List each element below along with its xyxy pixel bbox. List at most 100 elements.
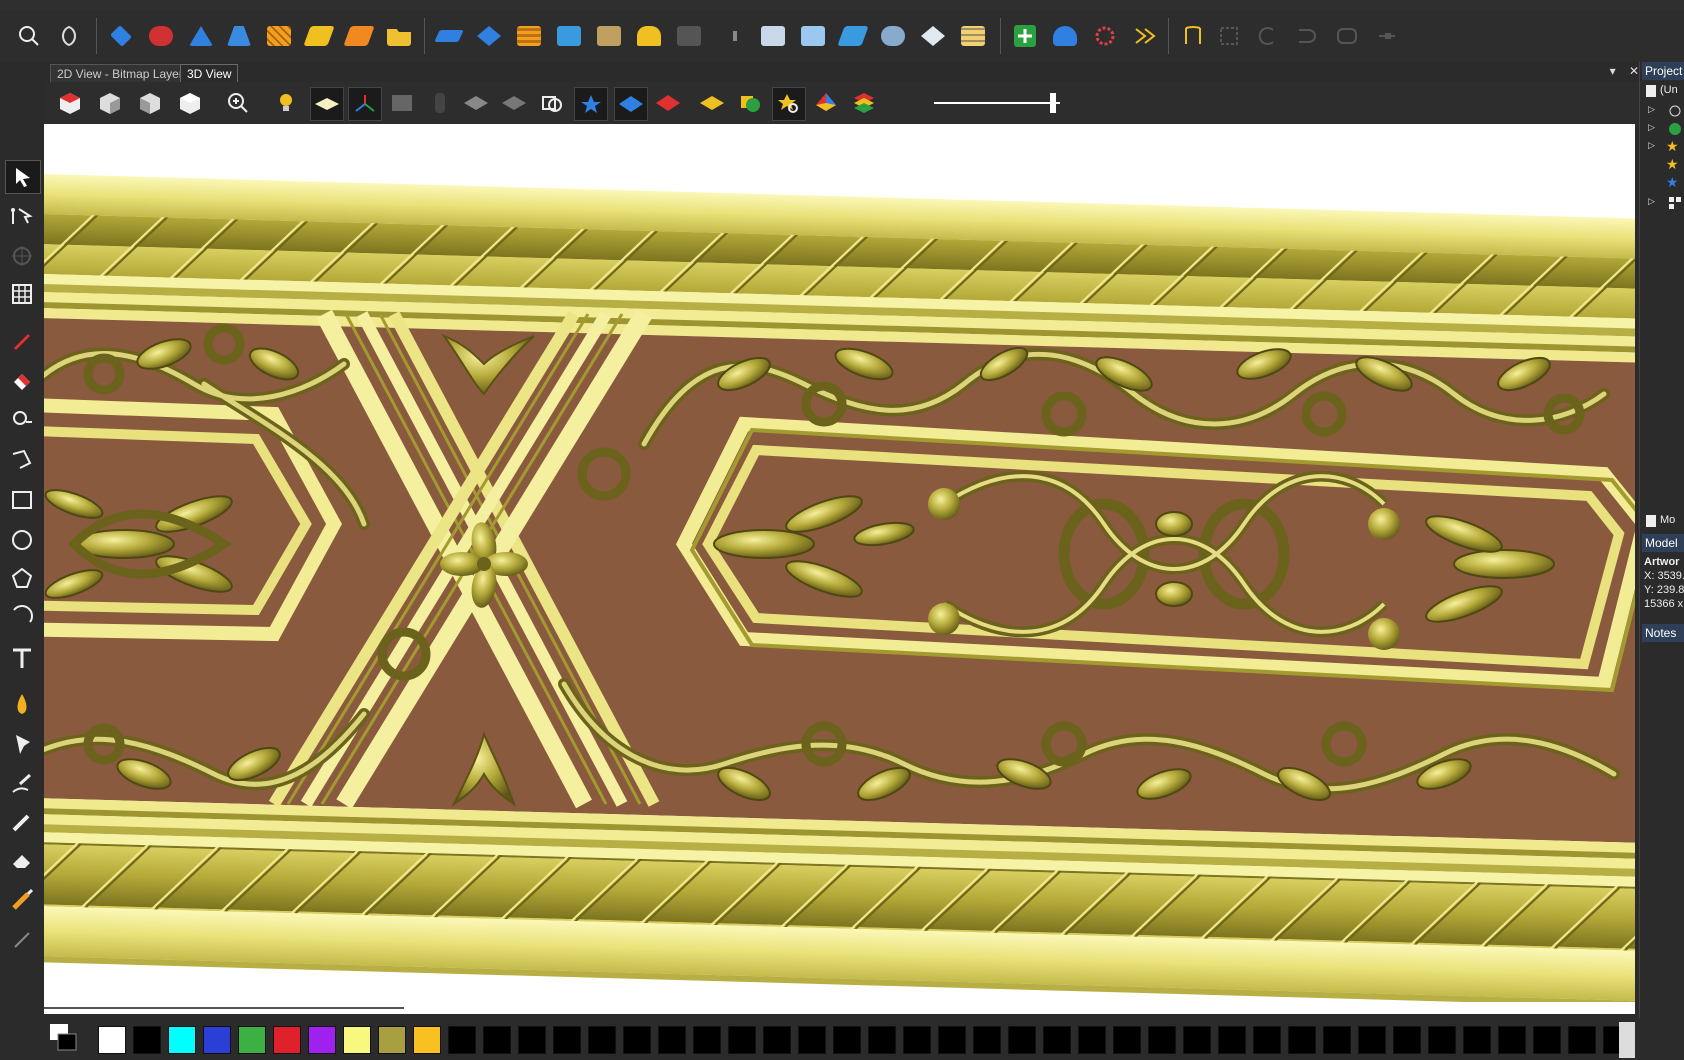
- color-swatch[interactable]: [1568, 1026, 1596, 1054]
- relief-merge-icon[interactable]: [472, 19, 506, 53]
- toolpath-arrow-icon[interactable]: [1128, 19, 1162, 53]
- show-plane-icon[interactable]: [310, 87, 344, 121]
- color-swatch[interactable]: [1218, 1026, 1246, 1054]
- color-swatch[interactable]: [168, 1026, 196, 1054]
- color-swatch[interactable]: [378, 1026, 406, 1054]
- node-disabled-icon[interactable]: [1370, 19, 1404, 53]
- flat-area-icon[interactable]: [302, 19, 336, 53]
- color-swatch[interactable]: [1043, 1026, 1071, 1054]
- color-swatch[interactable]: [1148, 1026, 1176, 1054]
- tree-item-star-3[interactable]: ★: [1640, 174, 1684, 192]
- color-swatch[interactable]: [763, 1026, 791, 1054]
- color-swatch[interactable]: [553, 1026, 581, 1054]
- rounded-rect-disabled-icon[interactable]: [1330, 19, 1364, 53]
- fg-bg-color-icon[interactable]: [48, 1022, 78, 1056]
- color-swatch[interactable]: [938, 1026, 966, 1054]
- eraser-icon[interactable]: [5, 844, 39, 876]
- color-swatch[interactable]: [1428, 1026, 1456, 1054]
- color-swatch[interactable]: [1323, 1026, 1351, 1054]
- brush-icon[interactable]: [5, 806, 39, 838]
- relief-lift-icon[interactable]: [552, 19, 586, 53]
- color-swatch[interactable]: [1078, 1026, 1106, 1054]
- relief-offset-icon[interactable]: [592, 19, 626, 53]
- material-disabled-icon[interactable]: [424, 87, 456, 119]
- relief-stack-icon[interactable]: [796, 19, 830, 53]
- shade-wire-icon[interactable]: [498, 87, 530, 119]
- tab-close-icon[interactable]: ✕: [1629, 64, 1639, 78]
- color-swatch[interactable]: [413, 1026, 441, 1054]
- ellipse-select-icon[interactable]: [5, 402, 39, 434]
- expand-icon[interactable]: ▷: [1648, 140, 1655, 151]
- tree-item-grid[interactable]: ▷: [1640, 194, 1684, 212]
- color-swatch[interactable]: [1393, 1026, 1421, 1054]
- axes-icon[interactable]: [348, 87, 382, 121]
- color-swatch[interactable]: [1288, 1026, 1316, 1054]
- spin-icon[interactable]: [222, 19, 256, 53]
- expand-icon[interactable]: ▷: [1648, 196, 1655, 207]
- relief-star-icon[interactable]: [574, 87, 608, 121]
- drop-icon[interactable]: [5, 688, 39, 720]
- zoom-icon[interactable]: [222, 87, 254, 119]
- project-root-item[interactable]: (Un: [1640, 82, 1684, 100]
- smudge-icon[interactable]: [5, 728, 39, 760]
- relief-combine-icon[interactable]: [432, 19, 466, 53]
- color-swatch[interactable]: [623, 1026, 651, 1054]
- notes-tab[interactable]: Notes: [1642, 624, 1684, 642]
- relief-layer-red-icon[interactable]: [652, 87, 684, 119]
- zoom-slider-track[interactable]: [934, 102, 1060, 104]
- color-swatch[interactable]: [973, 1026, 1001, 1054]
- relief-emboss-icon[interactable]: [876, 19, 910, 53]
- color-swatch[interactable]: [1183, 1026, 1211, 1054]
- knife-icon[interactable]: [5, 924, 39, 956]
- lighting-bulb-icon[interactable]: [270, 87, 302, 119]
- color-swatch[interactable]: [133, 1026, 161, 1054]
- relief-layer-stack-icon[interactable]: [956, 19, 990, 53]
- relief-yellow-icon[interactable]: [696, 87, 728, 119]
- color-brush-icon[interactable]: [5, 884, 39, 916]
- color-swatch[interactable]: [693, 1026, 721, 1054]
- tree-item-star-2[interactable]: ★: [1640, 156, 1684, 174]
- rectangle-icon[interactable]: [5, 484, 39, 516]
- color-swatch[interactable]: [483, 1026, 511, 1054]
- relief-green-icon[interactable]: [734, 87, 766, 119]
- tree-item-components[interactable]: ▷: [1640, 120, 1684, 138]
- color-shade-icon[interactable]: [810, 87, 842, 119]
- texture-icon[interactable]: [342, 19, 376, 53]
- color-swatch[interactable]: [448, 1026, 476, 1054]
- mirror-icon[interactable]: [1176, 19, 1210, 53]
- color-swatch[interactable]: [868, 1026, 896, 1054]
- model-tab[interactable]: Mo: [1640, 512, 1684, 530]
- relief-bake-icon[interactable]: [756, 19, 790, 53]
- view-front-icon[interactable]: [94, 87, 126, 119]
- curve-disabled-icon[interactable]: [1250, 19, 1284, 53]
- circle-icon[interactable]: [5, 524, 39, 556]
- add-icon[interactable]: [1008, 19, 1042, 53]
- color-swatch[interactable]: [238, 1026, 266, 1054]
- color-swatch[interactable]: [518, 1026, 546, 1054]
- fill-icon[interactable]: [5, 364, 39, 396]
- color-swatch[interactable]: [798, 1026, 826, 1054]
- 3d-viewport[interactable]: [44, 124, 1635, 1014]
- color-swatch[interactable]: [1113, 1026, 1141, 1054]
- zoom-slider-thumb[interactable]: [1049, 93, 1056, 113]
- node-edit-icon[interactable]: [5, 200, 39, 232]
- create-shape-icon[interactable]: [104, 19, 138, 53]
- zoom-star-icon[interactable]: [772, 87, 806, 121]
- weave-icon[interactable]: [262, 19, 296, 53]
- color-swatch[interactable]: [1533, 1026, 1561, 1054]
- tab-dropdown-icon[interactable]: ▾: [1610, 64, 1616, 78]
- view-side-icon[interactable]: [134, 87, 166, 119]
- color-swatch[interactable]: [1253, 1026, 1281, 1054]
- relief-layer-blue-icon[interactable]: [614, 87, 648, 121]
- select-vector-icon[interactable]: [52, 19, 86, 53]
- arc-icon[interactable]: [5, 600, 39, 632]
- toolpath-gear-icon[interactable]: [1088, 19, 1122, 53]
- color-swatch[interactable]: [1498, 1026, 1526, 1054]
- expand-icon[interactable]: ▷: [1648, 122, 1655, 133]
- text-icon[interactable]: [5, 642, 39, 674]
- extrude-icon[interactable]: [184, 19, 218, 53]
- polyline-icon[interactable]: [5, 444, 39, 476]
- tab-3d-view[interactable]: 3D View: [180, 64, 239, 83]
- color-swatch[interactable]: [273, 1026, 301, 1054]
- view-top-icon[interactable]: [174, 87, 206, 119]
